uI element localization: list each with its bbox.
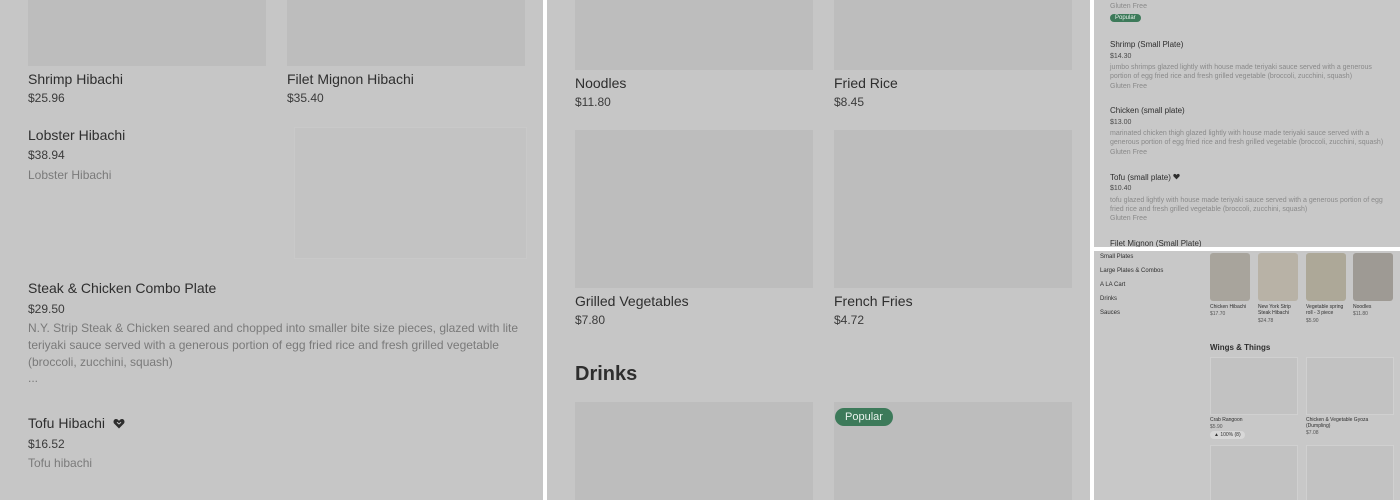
thumb-price: $5.90 — [1306, 318, 1319, 324]
item-name[interactable]: Grilled Vegetables — [575, 293, 689, 309]
item-price: $29.50 — [28, 302, 65, 316]
grilled-vegetables-image[interactable] — [575, 130, 813, 288]
gyoza-image[interactable] — [1306, 357, 1394, 415]
thumbs-up-icon: ▲ — [1214, 432, 1219, 438]
nav-item-drinks[interactable]: Drinks — [1100, 296, 1117, 302]
thumb-label: Chicken Hibachi — [1210, 304, 1247, 310]
rating-badge: ▲ 100% (8) — [1210, 431, 1245, 439]
item-description: N.Y. Strip Steak & Chicken seared and ch… — [28, 321, 519, 369]
item-name[interactable]: French Fries — [834, 293, 913, 309]
thumb-price: $11.80 — [1353, 311, 1368, 317]
item-name: Tofu (small plate) — [1110, 173, 1171, 182]
popular-badge: Popular — [1110, 14, 1141, 22]
item-price: $25.96 — [28, 91, 65, 105]
description-ellipsis: ... — [28, 371, 39, 385]
item-name[interactable]: Lobster Hibachi — [28, 127, 125, 143]
item-name[interactable]: Noodles — [575, 75, 626, 91]
drink-image[interactable] — [575, 402, 813, 500]
menu-panel-overview: Small Plates Large Plates & Combos A LA … — [1094, 251, 1400, 500]
noodles-thumb[interactable] — [1353, 253, 1393, 301]
item-description: jumbo shrimps glazed lightly with house … — [1110, 64, 1372, 80]
item-name[interactable]: Steak & Chicken Combo Plate — [28, 280, 216, 296]
tofu-hibachi-title[interactable]: Tofu Hibachi — [28, 415, 125, 432]
item-price: $13.00 — [1110, 119, 1132, 126]
item-price: $8.45 — [834, 95, 865, 109]
nav-item-large-plates[interactable]: Large Plates & Combos — [1100, 268, 1163, 274]
filet-mignon-hibachi-image[interactable] — [287, 0, 525, 66]
thumb-label: Vegetable spring roll - 3 piece — [1306, 304, 1344, 316]
tile-price: $7.08 — [1306, 430, 1319, 436]
tofu-small-plate-title[interactable]: Tofu (small plate) — [1110, 173, 1180, 182]
item-name[interactable]: Shrimp (Small Plate) — [1110, 40, 1183, 49]
tile-price: $5.90 — [1210, 424, 1223, 430]
crab-rangoon-image[interactable] — [1210, 357, 1298, 415]
spring-roll-thumb[interactable] — [1306, 253, 1346, 301]
item-name[interactable]: Filet Mignon (Small Plate) — [1110, 239, 1202, 247]
item-image[interactable] — [1210, 445, 1298, 500]
item-name[interactable]: Filet Mignon Hibachi — [287, 71, 414, 87]
item-name[interactable]: Fried Rice — [834, 75, 898, 91]
lobster-hibachi-image[interactable] — [294, 127, 527, 259]
french-fries-image[interactable] — [834, 130, 1072, 288]
tile-label: Crab Rangoon — [1210, 417, 1243, 423]
nav-item-a-la-cart[interactable]: A LA Cart — [1100, 282, 1125, 288]
item-price: $16.52 — [28, 437, 65, 451]
heart-icon — [1173, 173, 1180, 182]
item-description: Tofu hibachi — [28, 456, 93, 470]
menu-panel-small-plates: Gluten Free Popular Shrimp (Small Plate)… — [1094, 0, 1400, 247]
fried-rice-image[interactable] — [834, 0, 1072, 70]
ny-strip-thumb[interactable] — [1258, 253, 1298, 301]
gluten-free-tag: Gluten Free — [1110, 149, 1147, 156]
item-name[interactable]: Shrimp Hibachi — [28, 71, 123, 87]
noodles-image[interactable] — [575, 0, 813, 70]
item-price: $4.72 — [834, 313, 865, 327]
item-price: $38.94 — [28, 148, 65, 162]
item-description: marinated chicken thigh glazed lightly w… — [1110, 130, 1384, 146]
shrimp-hibachi-image[interactable] — [28, 0, 266, 66]
tile-label: Chicken & Vegetable Gyoza (Dumpling) — [1306, 417, 1369, 429]
section-title-drinks: Drinks — [575, 363, 638, 385]
gluten-free-tag: Gluten Free — [1110, 215, 1147, 222]
item-description: Lobster Hibachi — [28, 168, 112, 182]
gluten-free-tag: Gluten Free — [1110, 3, 1147, 10]
item-price: $7.80 — [575, 313, 606, 327]
popular-badge: Popular — [835, 408, 893, 426]
section-title-wings: Wings & Things — [1210, 343, 1271, 352]
item-price: $11.80 — [575, 95, 611, 109]
item-name: Tofu Hibachi — [28, 415, 106, 431]
item-price: $14.30 — [1110, 53, 1132, 60]
gluten-free-tag: Gluten Free — [1110, 83, 1147, 90]
thumb-label: Noodles — [1353, 304, 1372, 310]
item-price: $10.40 — [1110, 185, 1132, 192]
thumb-price: $24.78 — [1258, 318, 1274, 324]
menu-panel-hibachi: Shrimp Hibachi $25.96 Filet Mignon Hibac… — [0, 0, 543, 500]
thumb-label: New York Strip Steak Hibachi — [1258, 304, 1291, 316]
item-name[interactable]: Chicken (small plate) — [1110, 106, 1185, 115]
item-description: tofu glazed lightly with house made teri… — [1110, 197, 1383, 213]
menu-panel-sides: Noodles $11.80 Fried Rice $8.45 Grilled … — [547, 0, 1090, 500]
item-price: $35.40 — [287, 91, 324, 105]
nav-item-sauces[interactable]: Sauces — [1100, 310, 1120, 316]
heart-icon — [113, 416, 125, 432]
rating-value: 100% (8) — [1220, 432, 1241, 438]
chicken-hibachi-thumb[interactable] — [1210, 253, 1250, 301]
thumb-price: $17.70 — [1210, 311, 1226, 317]
item-image[interactable] — [1306, 445, 1394, 500]
nav-item-small-plates[interactable]: Small Plates — [1100, 254, 1133, 260]
